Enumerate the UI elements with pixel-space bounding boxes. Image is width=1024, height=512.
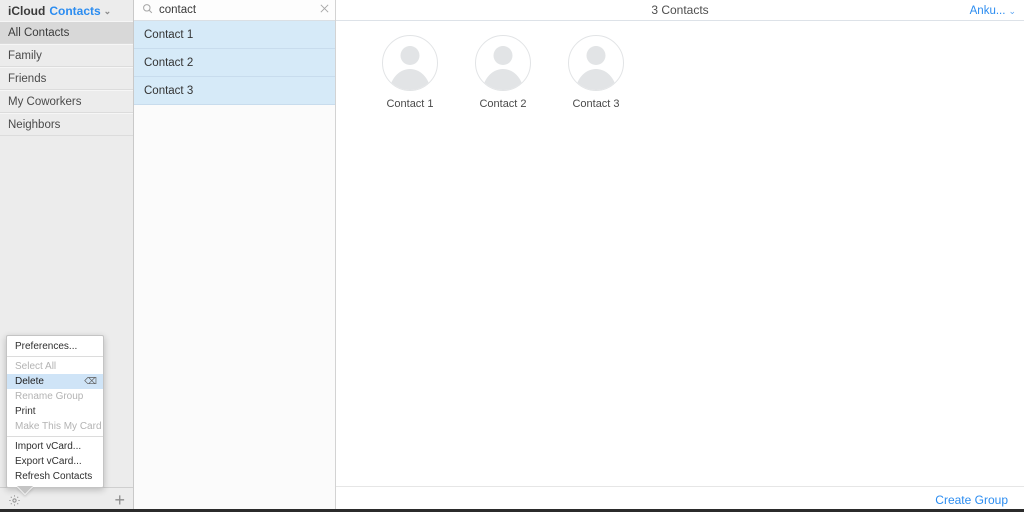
- page-title: 3 Contacts: [651, 3, 709, 17]
- avatar: [568, 35, 624, 91]
- contact-card-label: Contact 2: [479, 98, 527, 110]
- avatar: [382, 35, 438, 91]
- contact-card[interactable]: Contact 2: [469, 35, 537, 110]
- menu-separator: [7, 356, 103, 357]
- app-brand[interactable]: iCloud Contacts ⌄: [0, 0, 133, 21]
- menu-item-delete[interactable]: Delete ⌫: [7, 374, 103, 389]
- avatar-body: [482, 69, 524, 90]
- sidebar-item-neighbors[interactable]: Neighbors: [0, 113, 133, 136]
- plus-icon[interactable]: +: [114, 491, 125, 509]
- contact-name: Contact 3: [144, 84, 194, 97]
- contact-card[interactable]: Contact 3: [562, 35, 630, 110]
- menu-item-refresh-contacts[interactable]: Refresh Contacts: [7, 469, 103, 484]
- menu-item-label: Select All: [15, 361, 57, 372]
- sidebar-item-family[interactable]: Family: [0, 44, 133, 67]
- chevron-down-icon[interactable]: ⌄: [104, 7, 112, 16]
- menu-item-label: Print: [15, 406, 36, 417]
- contact-cards-area: Contact 1 Contact 2 Contact 3: [336, 21, 1024, 486]
- menu-item-label: Rename Group: [15, 391, 84, 402]
- icloud-contacts-window: iCloud Contacts ⌄ All Contacts Family Fr…: [0, 0, 1024, 512]
- avatar-head: [586, 46, 606, 65]
- contact-card-label: Contact 1: [386, 98, 434, 110]
- menu-separator: [7, 436, 103, 437]
- sidebar-item-my-coworkers[interactable]: My Coworkers: [0, 90, 133, 113]
- icloud-label: iCloud: [8, 3, 46, 18]
- avatar: [475, 35, 531, 91]
- group-label: Family: [8, 49, 42, 62]
- menu-item-label: Make This My Card: [15, 421, 102, 432]
- list-item[interactable]: Contact 3: [134, 77, 335, 105]
- menu-item-label: Refresh Contacts: [15, 471, 93, 482]
- sidebar-item-friends[interactable]: Friends: [0, 67, 133, 90]
- search-bar: [134, 0, 335, 21]
- menu-item-rename-group: Rename Group: [7, 389, 103, 404]
- gear-icon[interactable]: [8, 494, 21, 507]
- contact-name: Contact 1: [144, 28, 194, 41]
- avatar-head: [400, 46, 420, 65]
- menu-item-preferences[interactable]: Preferences...: [7, 339, 103, 354]
- search-input[interactable]: [159, 4, 313, 16]
- group-label: My Coworkers: [8, 95, 82, 108]
- account-name-label: Anku...: [969, 4, 1006, 17]
- contact-name: Contact 2: [144, 56, 194, 69]
- settings-context-menu[interactable]: Preferences... Select All Delete ⌫ Renam…: [6, 335, 104, 495]
- menu-item-import-vcard[interactable]: Import vCard...: [7, 439, 103, 454]
- avatar-body: [389, 69, 431, 90]
- menu-item-select-all: Select All: [7, 359, 103, 374]
- search-icon: [142, 1, 153, 19]
- groups-sidebar: iCloud Contacts ⌄ All Contacts Family Fr…: [0, 0, 134, 512]
- app-name-label: Contacts: [49, 3, 101, 18]
- avatar-body: [575, 69, 617, 90]
- popover-arrow: [17, 486, 33, 495]
- contact-card[interactable]: Contact 1: [376, 35, 444, 110]
- sidebar-item-all-contacts[interactable]: All Contacts: [0, 21, 133, 44]
- main-header: 3 Contacts Anku... ⌄: [336, 0, 1024, 21]
- main-panel: 3 Contacts Anku... ⌄ Contact 1 Contact 2: [336, 0, 1024, 512]
- group-label: All Contacts: [8, 26, 70, 39]
- create-group-button[interactable]: Create Group: [935, 493, 1008, 507]
- list-item[interactable]: Contact 1: [134, 21, 335, 49]
- contact-rows: Contact 1 Contact 2 Contact 3: [134, 21, 335, 512]
- menu-item-label: Export vCard...: [15, 456, 82, 467]
- close-icon[interactable]: [319, 1, 330, 19]
- menu-item-label: Delete: [15, 376, 44, 387]
- menu-item-export-vcard[interactable]: Export vCard...: [7, 454, 103, 469]
- group-label: Friends: [8, 72, 47, 85]
- list-item[interactable]: Contact 2: [134, 49, 335, 77]
- account-menu[interactable]: Anku... ⌄: [970, 0, 1016, 21]
- chevron-down-icon: ⌄: [1008, 6, 1016, 16]
- backspace-icon: ⌫: [84, 376, 97, 386]
- contact-card-label: Contact 3: [572, 98, 620, 110]
- menu-item-print[interactable]: Print: [7, 404, 103, 419]
- menu-item-label: Preferences...: [15, 341, 78, 352]
- menu-item-make-this-my-card: Make This My Card: [7, 419, 103, 434]
- avatar-head: [493, 46, 513, 65]
- group-label: Neighbors: [8, 118, 61, 131]
- menu-item-label: Import vCard...: [15, 441, 82, 452]
- contact-list-panel: Contact 1 Contact 2 Contact 3: [134, 0, 336, 512]
